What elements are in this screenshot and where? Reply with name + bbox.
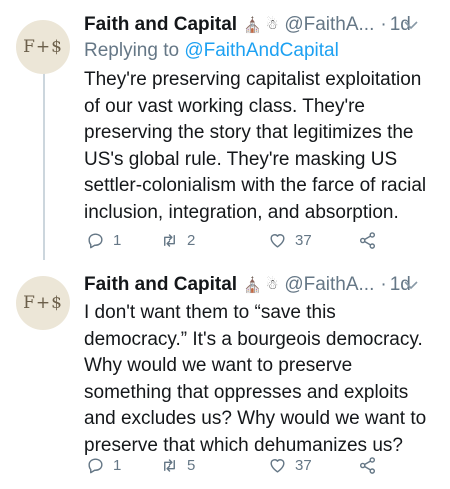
- like-button[interactable]: 37: [268, 231, 312, 250]
- tweet[interactable]: F+$ Faith and Capital ⛪ ☃ @FaithA... · 1…: [0, 260, 450, 489]
- reply-count: 1: [113, 456, 122, 474]
- avatar[interactable]: F+$: [16, 276, 70, 330]
- share-icon: [359, 231, 376, 249]
- tweet-text: They're preserving capitalist exploitati…: [84, 69, 427, 223]
- mention-link[interactable]: @FaithAndCapital: [184, 40, 338, 61]
- reply-icon: [88, 232, 103, 248]
- retweet-button[interactable]: 5: [160, 456, 195, 475]
- share-button[interactable]: [358, 231, 377, 250]
- reply-count: 1: [113, 231, 122, 249]
- church-emoji: ⛪: [243, 276, 262, 294]
- retweet-icon: [164, 458, 175, 472]
- chevron-down-icon[interactable]: [404, 17, 418, 33]
- retweet-button[interactable]: 2: [160, 231, 195, 250]
- replying-to: Replying to @FaithAndCapital: [84, 40, 339, 62]
- display-name[interactable]: Faith and Capital: [84, 14, 237, 36]
- separator-dot: ·: [380, 14, 387, 35]
- like-count: 37: [295, 456, 312, 474]
- retweet-count: 2: [187, 231, 196, 249]
- replying-prefix: Replying to: [84, 40, 185, 61]
- user-handle[interactable]: @FaithA...: [284, 14, 374, 36]
- retweet-icon: [164, 233, 175, 247]
- tweet[interactable]: F+$ Faith and Capital ⛪ ☃ @FaithA... · 1…: [0, 0, 450, 260]
- chevron-down-icon[interactable]: [404, 277, 418, 293]
- heart-icon: [270, 458, 285, 473]
- like-button[interactable]: 37: [268, 456, 312, 475]
- separator-dot: ·: [380, 274, 387, 295]
- avatar[interactable]: F+$: [16, 20, 70, 74]
- tweet-header: Faith and Capital ⛪ ☃ @FaithA... · 1d: [84, 272, 434, 298]
- retweet-count: 5: [187, 456, 196, 474]
- reply-button[interactable]: 1: [86, 231, 121, 250]
- tweet-header: Faith and Capital ⛪ ☃ @FaithA... · 1d: [84, 12, 434, 38]
- share-icon: [359, 456, 376, 474]
- reply-button[interactable]: 1: [86, 456, 121, 475]
- like-count: 37: [295, 231, 312, 249]
- snowman-emoji: ☃: [265, 17, 279, 33]
- action-bar: 1 2 37: [84, 228, 450, 252]
- church-emoji: ⛪: [243, 16, 262, 34]
- share-button[interactable]: [358, 456, 377, 475]
- snowman-emoji: ☃: [265, 277, 279, 293]
- action-bar: 1 5 37: [84, 453, 450, 477]
- display-name[interactable]: Faith and Capital: [84, 274, 237, 296]
- thread-line: [43, 72, 45, 260]
- tweet-text: I don't want them to “save this democrac…: [84, 302, 427, 456]
- user-handle[interactable]: @FaithA...: [284, 274, 374, 296]
- reply-icon: [88, 457, 103, 473]
- heart-icon: [270, 233, 285, 248]
